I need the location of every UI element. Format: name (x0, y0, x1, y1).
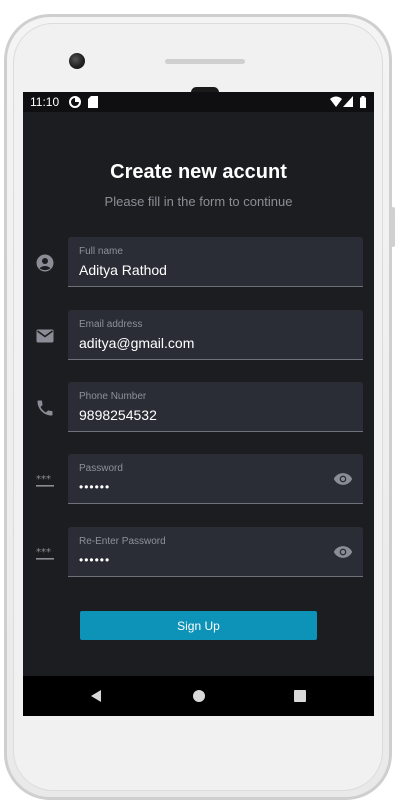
back-icon[interactable] (88, 688, 104, 704)
sign-up-button[interactable]: Sign Up (80, 611, 317, 640)
app-screen: 11:10 Create new accunt Please fill in t… (23, 92, 374, 716)
eye-icon[interactable] (333, 542, 353, 562)
email-label: Email address (79, 319, 143, 330)
home-icon[interactable] (191, 688, 207, 704)
page-title: Create new accunt (110, 161, 287, 183)
email-row: Email address aditya@gmail.com (23, 310, 374, 360)
full-name-row: Full name Aditya Rathod (23, 237, 374, 287)
data-saver-icon (69, 96, 81, 108)
volume-button (391, 207, 395, 247)
password-icon: *** (35, 543, 55, 563)
email-field[interactable]: Email address aditya@gmail.com (68, 310, 363, 360)
svg-text:***: *** (36, 547, 51, 558)
confirm-password-row: *** Re-Enter Password •••••• (23, 527, 374, 577)
earpiece-speaker (165, 59, 245, 64)
battery-icon (360, 96, 366, 108)
phone-value[interactable]: 9898254532 (79, 407, 157, 423)
confirm-password-value[interactable]: •••••• (79, 553, 110, 567)
password-value[interactable]: •••••• (79, 480, 110, 494)
recents-icon[interactable] (292, 688, 308, 704)
svg-text:***: *** (36, 474, 51, 485)
sd-card-icon (88, 96, 98, 108)
page-subtitle: Please fill in the form to continue (104, 194, 293, 209)
signal-icon (343, 96, 353, 107)
confirm-password-field[interactable]: Re-Enter Password •••••• (68, 527, 363, 577)
front-camera (69, 53, 85, 69)
email-icon (35, 326, 55, 346)
full-name-field[interactable]: Full name Aditya Rathod (68, 237, 363, 287)
eye-icon[interactable] (333, 469, 353, 489)
password-row: *** Password •••••• (23, 454, 374, 504)
password-field[interactable]: Password •••••• (68, 454, 363, 504)
password-icon: *** (35, 470, 55, 490)
wifi-icon (330, 96, 342, 107)
phone-label: Phone Number (79, 391, 147, 402)
password-label: Password (79, 463, 123, 474)
phone-icon (35, 398, 55, 418)
person-icon (35, 253, 55, 273)
full-name-label: Full name (79, 246, 123, 257)
phone-row: Phone Number 9898254532 (23, 382, 374, 432)
email-value[interactable]: aditya@gmail.com (79, 335, 194, 351)
navigation-bar (23, 676, 374, 716)
status-time: 11:10 (30, 95, 60, 109)
status-bar: 11:10 (23, 92, 374, 112)
confirm-password-label: Re-Enter Password (79, 536, 166, 547)
phone-field[interactable]: Phone Number 9898254532 (68, 382, 363, 432)
full-name-value[interactable]: Aditya Rathod (79, 262, 167, 278)
